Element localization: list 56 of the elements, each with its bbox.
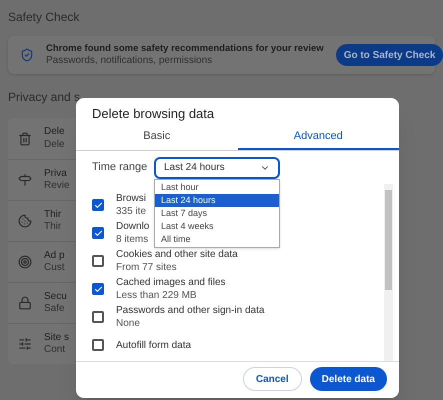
trash-icon bbox=[18, 132, 32, 146]
dropdown-option[interactable]: Last 7 days bbox=[155, 206, 279, 220]
dropdown-option[interactable]: All time bbox=[155, 232, 279, 246]
tab[interactable]: Advanced bbox=[238, 124, 399, 150]
check-icon bbox=[94, 284, 102, 294]
setting-title: Dele bbox=[44, 126, 65, 138]
checkbox[interactable] bbox=[92, 227, 104, 239]
safety-title: Chrome found some safety recommendations for your review bbox=[46, 42, 324, 55]
setting-title: Thir bbox=[44, 208, 62, 221]
target-icon bbox=[18, 255, 32, 269]
item-subtitle: 335 ite bbox=[116, 205, 146, 218]
setting-title: Site s bbox=[44, 332, 70, 344]
dropdown-option[interactable]: Last hour bbox=[155, 180, 279, 194]
item-subtitle: 8 items bbox=[116, 233, 148, 246]
lock-icon bbox=[18, 296, 32, 310]
setting-title: Ad p bbox=[44, 250, 65, 262]
item-subtitle: From 77 sites bbox=[116, 261, 177, 274]
setting-subtitle: Cont bbox=[44, 344, 66, 356]
setting-subtitle: Dele bbox=[44, 138, 65, 151]
item-title: Browsi bbox=[116, 192, 146, 205]
setting-subtitle: Thir bbox=[44, 221, 62, 234]
checkbox[interactable] bbox=[92, 311, 104, 323]
dropdown-option[interactable]: Last 4 weeks bbox=[155, 220, 279, 232]
setting-title: Priva bbox=[44, 168, 67, 180]
sliders-icon bbox=[18, 337, 32, 351]
safety-subtitle: Passwords, notifications, permissions bbox=[46, 54, 212, 68]
checkbox[interactable] bbox=[92, 199, 104, 211]
time-range-label: Time range bbox=[92, 160, 146, 176]
item-title: Downlo bbox=[116, 220, 150, 233]
checkbox[interactable] bbox=[92, 283, 104, 295]
item-subtitle: Less than 229 MB bbox=[116, 289, 197, 302]
check-icon bbox=[94, 228, 102, 238]
setting-subtitle: Safe bbox=[44, 303, 65, 316]
item-title: Passwords and other sign-in data bbox=[116, 304, 264, 317]
item-title: Cached images and files bbox=[116, 276, 226, 289]
checkbox[interactable] bbox=[92, 255, 104, 267]
safety-check-button[interactable]: Go to Safety Check bbox=[336, 44, 443, 66]
signpost-icon bbox=[18, 173, 32, 187]
delete-data-button[interactable]: Delete data bbox=[310, 367, 387, 391]
item-title: Autofill form data bbox=[116, 338, 192, 352]
time-range-select[interactable]: Last 24 hours bbox=[154, 156, 280, 178]
item-title: Cookies and other site data bbox=[116, 248, 238, 261]
setting-title: Secu bbox=[44, 290, 67, 303]
item-subtitle: None bbox=[116, 317, 140, 330]
shield-icon bbox=[20, 48, 34, 62]
check-icon bbox=[94, 200, 102, 210]
setting-subtitle: Revie bbox=[44, 180, 70, 192]
dialog-title: Delete browsing data bbox=[91, 105, 216, 123]
tab[interactable]: Basic bbox=[76, 124, 238, 150]
dropdown-option[interactable]: Last 24 hours bbox=[155, 194, 279, 206]
section-heading: Privacy and s bbox=[8, 89, 80, 106]
checkbox[interactable] bbox=[92, 339, 104, 351]
setting-subtitle: Cust bbox=[44, 262, 65, 274]
cancel-button[interactable]: Cancel bbox=[242, 367, 302, 391]
cookie-icon bbox=[18, 214, 32, 228]
section-heading: Safety Check bbox=[8, 9, 80, 26]
